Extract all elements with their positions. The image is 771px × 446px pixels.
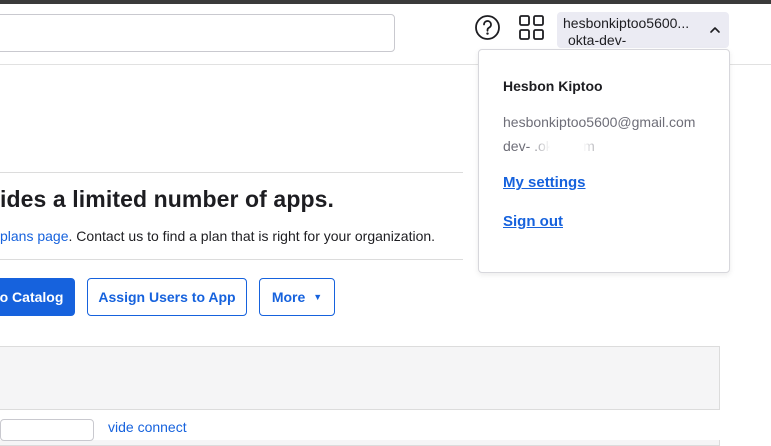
apps-grid-icon[interactable] — [518, 14, 545, 41]
more-label: More — [271, 289, 306, 305]
more-dropdown-button[interactable]: More ▼ — [259, 278, 335, 316]
help-circle-icon[interactable] — [474, 14, 501, 41]
notice-text: . Contact us to find a plan that is righ… — [68, 228, 436, 244]
dropdown-user-name: Hesbon Kiptoo — [503, 78, 603, 94]
dropdown-user-email: hesbonkiptoo5600@gmail.com — [503, 114, 696, 130]
redacted-region — [625, 32, 691, 48]
user-dropdown-menu: Hesbon Kiptoo hesbonkiptoo5600@gmail.com… — [478, 49, 730, 273]
browse-catalog-button[interactable]: o Catalog — [0, 278, 75, 316]
assign-users-label: Assign Users to App — [98, 289, 236, 305]
redacted-region — [535, 138, 595, 155]
page-notice-subtext: plans page. Contact us to find a plan th… — [0, 228, 435, 244]
user-menu-button[interactable]: hesbonkiptoo5600... okta-dev- — [557, 12, 729, 48]
filter-input[interactable] — [0, 419, 94, 441]
user-name-label: hesbonkiptoo5600... — [563, 15, 690, 31]
chevron-up-icon — [710, 27, 720, 33]
divider — [0, 172, 463, 173]
divider — [0, 259, 463, 260]
filter-link[interactable]: vide connect — [108, 419, 187, 435]
plans-page-link[interactable]: plans page — [0, 228, 69, 244]
assign-users-button[interactable]: Assign Users to App — [87, 278, 247, 316]
browse-catalog-label: o Catalog — [0, 289, 64, 305]
page-notice-headline: ides a limited number of apps. — [0, 186, 335, 212]
search-input[interactable] — [0, 14, 395, 52]
caret-down-icon: ▼ — [313, 292, 323, 302]
sign-out-link[interactable]: Sign out — [503, 213, 563, 230]
my-settings-link[interactable]: My settings — [503, 174, 586, 191]
